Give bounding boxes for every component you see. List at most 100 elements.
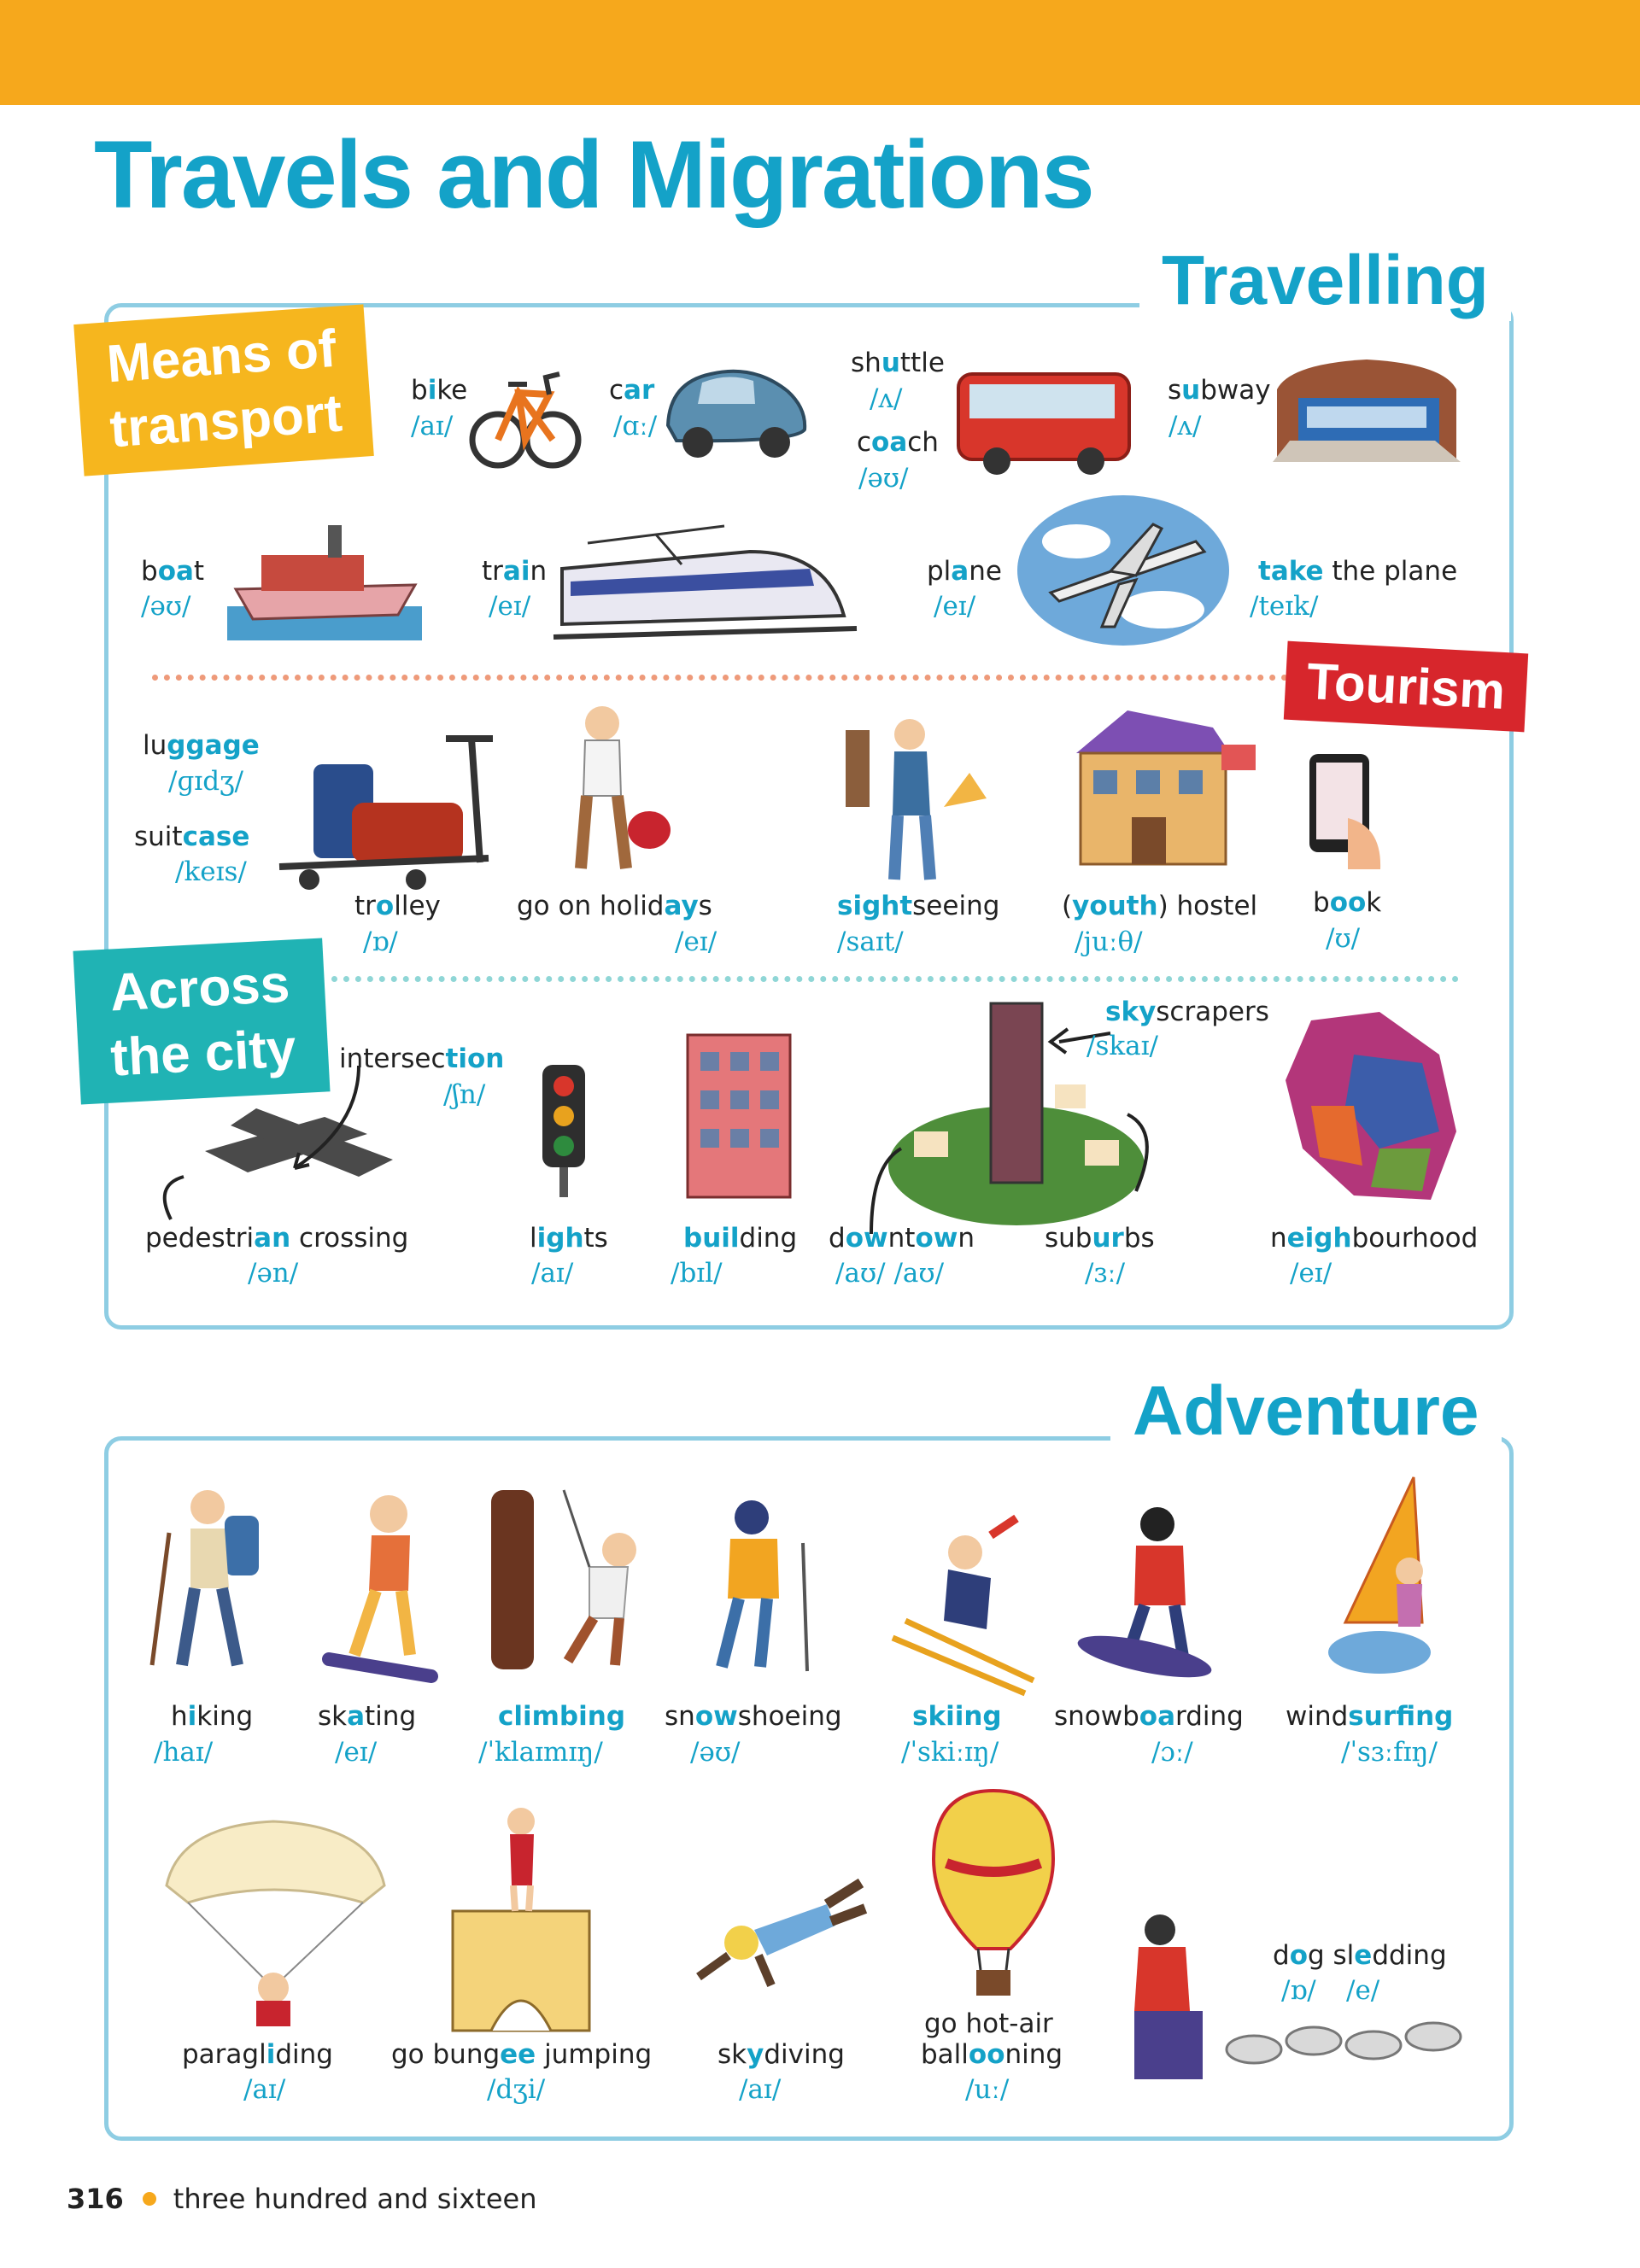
paragliding-illustration [165, 1820, 386, 2026]
travelling-title: Travelling [1139, 241, 1511, 321]
ipa-car: /ɑː/ [613, 411, 658, 441]
sightseeing-illustration [846, 719, 987, 880]
ipa-skyscrapers: /skaɪ/ [1086, 1031, 1158, 1061]
word-intersection: intersection [339, 1043, 505, 1074]
ipa-skydiving: /aɪ/ [739, 2074, 782, 2105]
ipa-suburbs: /ɜː/ [1085, 1258, 1126, 1289]
luggage-trolley-illustration [278, 735, 493, 890]
neighbourhood-map-illustration [1286, 1012, 1456, 1200]
book-tablet-illustration [1309, 754, 1381, 869]
ipa-lights: /aɪ/ [531, 1258, 574, 1289]
ipa-shuttle: /ʌ/ [870, 383, 903, 414]
holiday-traveller-illustration [575, 706, 671, 869]
word-windsurfing: windsurfing [1286, 1701, 1454, 1732]
ipa-skiing: /ˈskiːɪŋ/ [901, 1737, 999, 1768]
word-climbing: climbing [498, 1701, 626, 1732]
word-sightseeing: sightseeing [837, 891, 1000, 921]
word-boat: boat [141, 556, 205, 587]
ipa-pedestrian: /ən/ [248, 1258, 299, 1289]
ipa-sledding: /e/ [1346, 1975, 1380, 2006]
word-suitcase: suitcase [134, 821, 250, 852]
tourism-divider [152, 675, 1288, 681]
word-suburbs: suburbs [1045, 1223, 1155, 1254]
ipa-bungee: /dʒi/ [487, 2074, 546, 2105]
ipa-dog: /ɒ/ [1281, 1975, 1316, 2006]
intersection-illustration [162, 1065, 393, 1220]
word-book: book [1313, 887, 1382, 918]
page-number: 316 [67, 2183, 124, 2215]
bus-illustration [957, 372, 1131, 475]
windsurfing-illustration [1328, 1476, 1431, 1674]
subway-illustration [1273, 359, 1461, 462]
adventure-title: Adventure [1110, 1371, 1502, 1452]
climbing-illustration [491, 1489, 636, 1669]
word-coach: coach [857, 427, 939, 458]
word-bike: bike [411, 375, 468, 406]
ipa-skating: /eɪ/ [335, 1737, 378, 1768]
snowshoeing-illustration [716, 1500, 809, 1672]
word-subway: subway [1168, 375, 1271, 406]
skydiving-illustration [696, 1878, 868, 1987]
word-car: car [609, 375, 655, 406]
word-skating: skating [318, 1701, 417, 1732]
word-snowboarding: snowboarding [1054, 1701, 1244, 1732]
word-take-the-plane: take the plane [1258, 556, 1458, 587]
car-illustration [665, 369, 807, 458]
bike-illustration [469, 371, 582, 469]
skating-illustration [322, 1495, 438, 1683]
boat-illustration [227, 525, 422, 640]
page-footer: 316 three hundred and sixteen [67, 2183, 536, 2215]
ipa-holidays: /eɪ/ [675, 926, 718, 957]
word-skydiving: skydiving [718, 2039, 845, 2070]
word-luggage: luggage [143, 730, 260, 761]
ipa-climbing: /ˈklaɪmɪŋ/ [478, 1737, 603, 1768]
ipa-trolley: /ɒ/ [363, 926, 398, 957]
bullet-icon [142, 2192, 156, 2206]
ipa-intersection: /ʃn/ [443, 1079, 486, 1110]
ipa-train: /eɪ/ [489, 591, 531, 622]
ipa-suitcase: /keɪs/ [175, 856, 247, 887]
ipa-coach: /əʊ/ [858, 463, 909, 494]
word-go-hot-air: go hot-air [924, 2008, 1053, 2039]
word-hiking: hiking [171, 1701, 254, 1732]
city-divider [331, 976, 1459, 982]
hot-air-balloon-illustration [931, 1788, 1056, 1996]
ipa-snowshoeing: /əʊ/ [690, 1737, 741, 1768]
ipa-windsurfing: /ˈsɜːfɪŋ/ [1341, 1737, 1438, 1768]
bungee-jumping-illustration [451, 1808, 591, 2032]
word-go-bungee-jumping: go bungee jumping [391, 2039, 653, 2070]
ipa-hiking: /haɪ/ [154, 1737, 214, 1768]
word-paragliding: paragliding [182, 2039, 333, 2070]
word-skiing: skiing [912, 1701, 1002, 1732]
hostel-illustration [1076, 710, 1256, 866]
page-title: Travels and Migrations [94, 121, 1095, 228]
word-snowshoeing: snowshoeing [665, 1701, 842, 1732]
means-of-transport-tag: Means of transport [73, 304, 374, 476]
ipa-snowboarding: /ɔː/ [1151, 1737, 1193, 1768]
word-ballooning: ballooning [921, 2039, 1063, 2070]
ipa-plane: /eɪ/ [934, 591, 976, 622]
word-shuttle: shuttle [851, 348, 945, 378]
word-neighbourhood: neighbourhood [1270, 1223, 1479, 1254]
ipa-boat: /əʊ/ [141, 591, 191, 622]
word-building: building [683, 1223, 798, 1254]
word-lights: lights [530, 1223, 608, 1254]
word-trolley: trolley [354, 891, 441, 921]
ipa-bike: /aɪ/ [411, 411, 454, 441]
ipa-luggage: /ɡɪdʒ/ [168, 766, 243, 797]
word-youth-hostel: (youth) hostel [1062, 891, 1258, 921]
ipa-paragliding: /aɪ/ [243, 2074, 286, 2105]
word-downtown: downtown [829, 1223, 975, 1254]
word-plane: plane [927, 556, 1002, 587]
ipa-sightseeing: /saɪt/ [837, 926, 904, 957]
ipa-youth: /juːθ/ [1075, 926, 1143, 957]
word-go-on-holidays: go on holidays [517, 891, 712, 921]
ipa-ballooning: /uː/ [965, 2074, 1010, 2105]
word-pedestrian-crossing: pedestrian crossing [145, 1223, 409, 1254]
ipa-neighbourhood: /eɪ/ [1290, 1258, 1332, 1289]
word-dog-sledding: dog sledding [1273, 1940, 1447, 1971]
ipa-downtown: /aʊ/ /aʊ/ [835, 1258, 945, 1289]
top-banner [0, 0, 1640, 105]
snowboarding-illustration [1077, 1507, 1212, 1678]
train-illustration [553, 524, 858, 640]
